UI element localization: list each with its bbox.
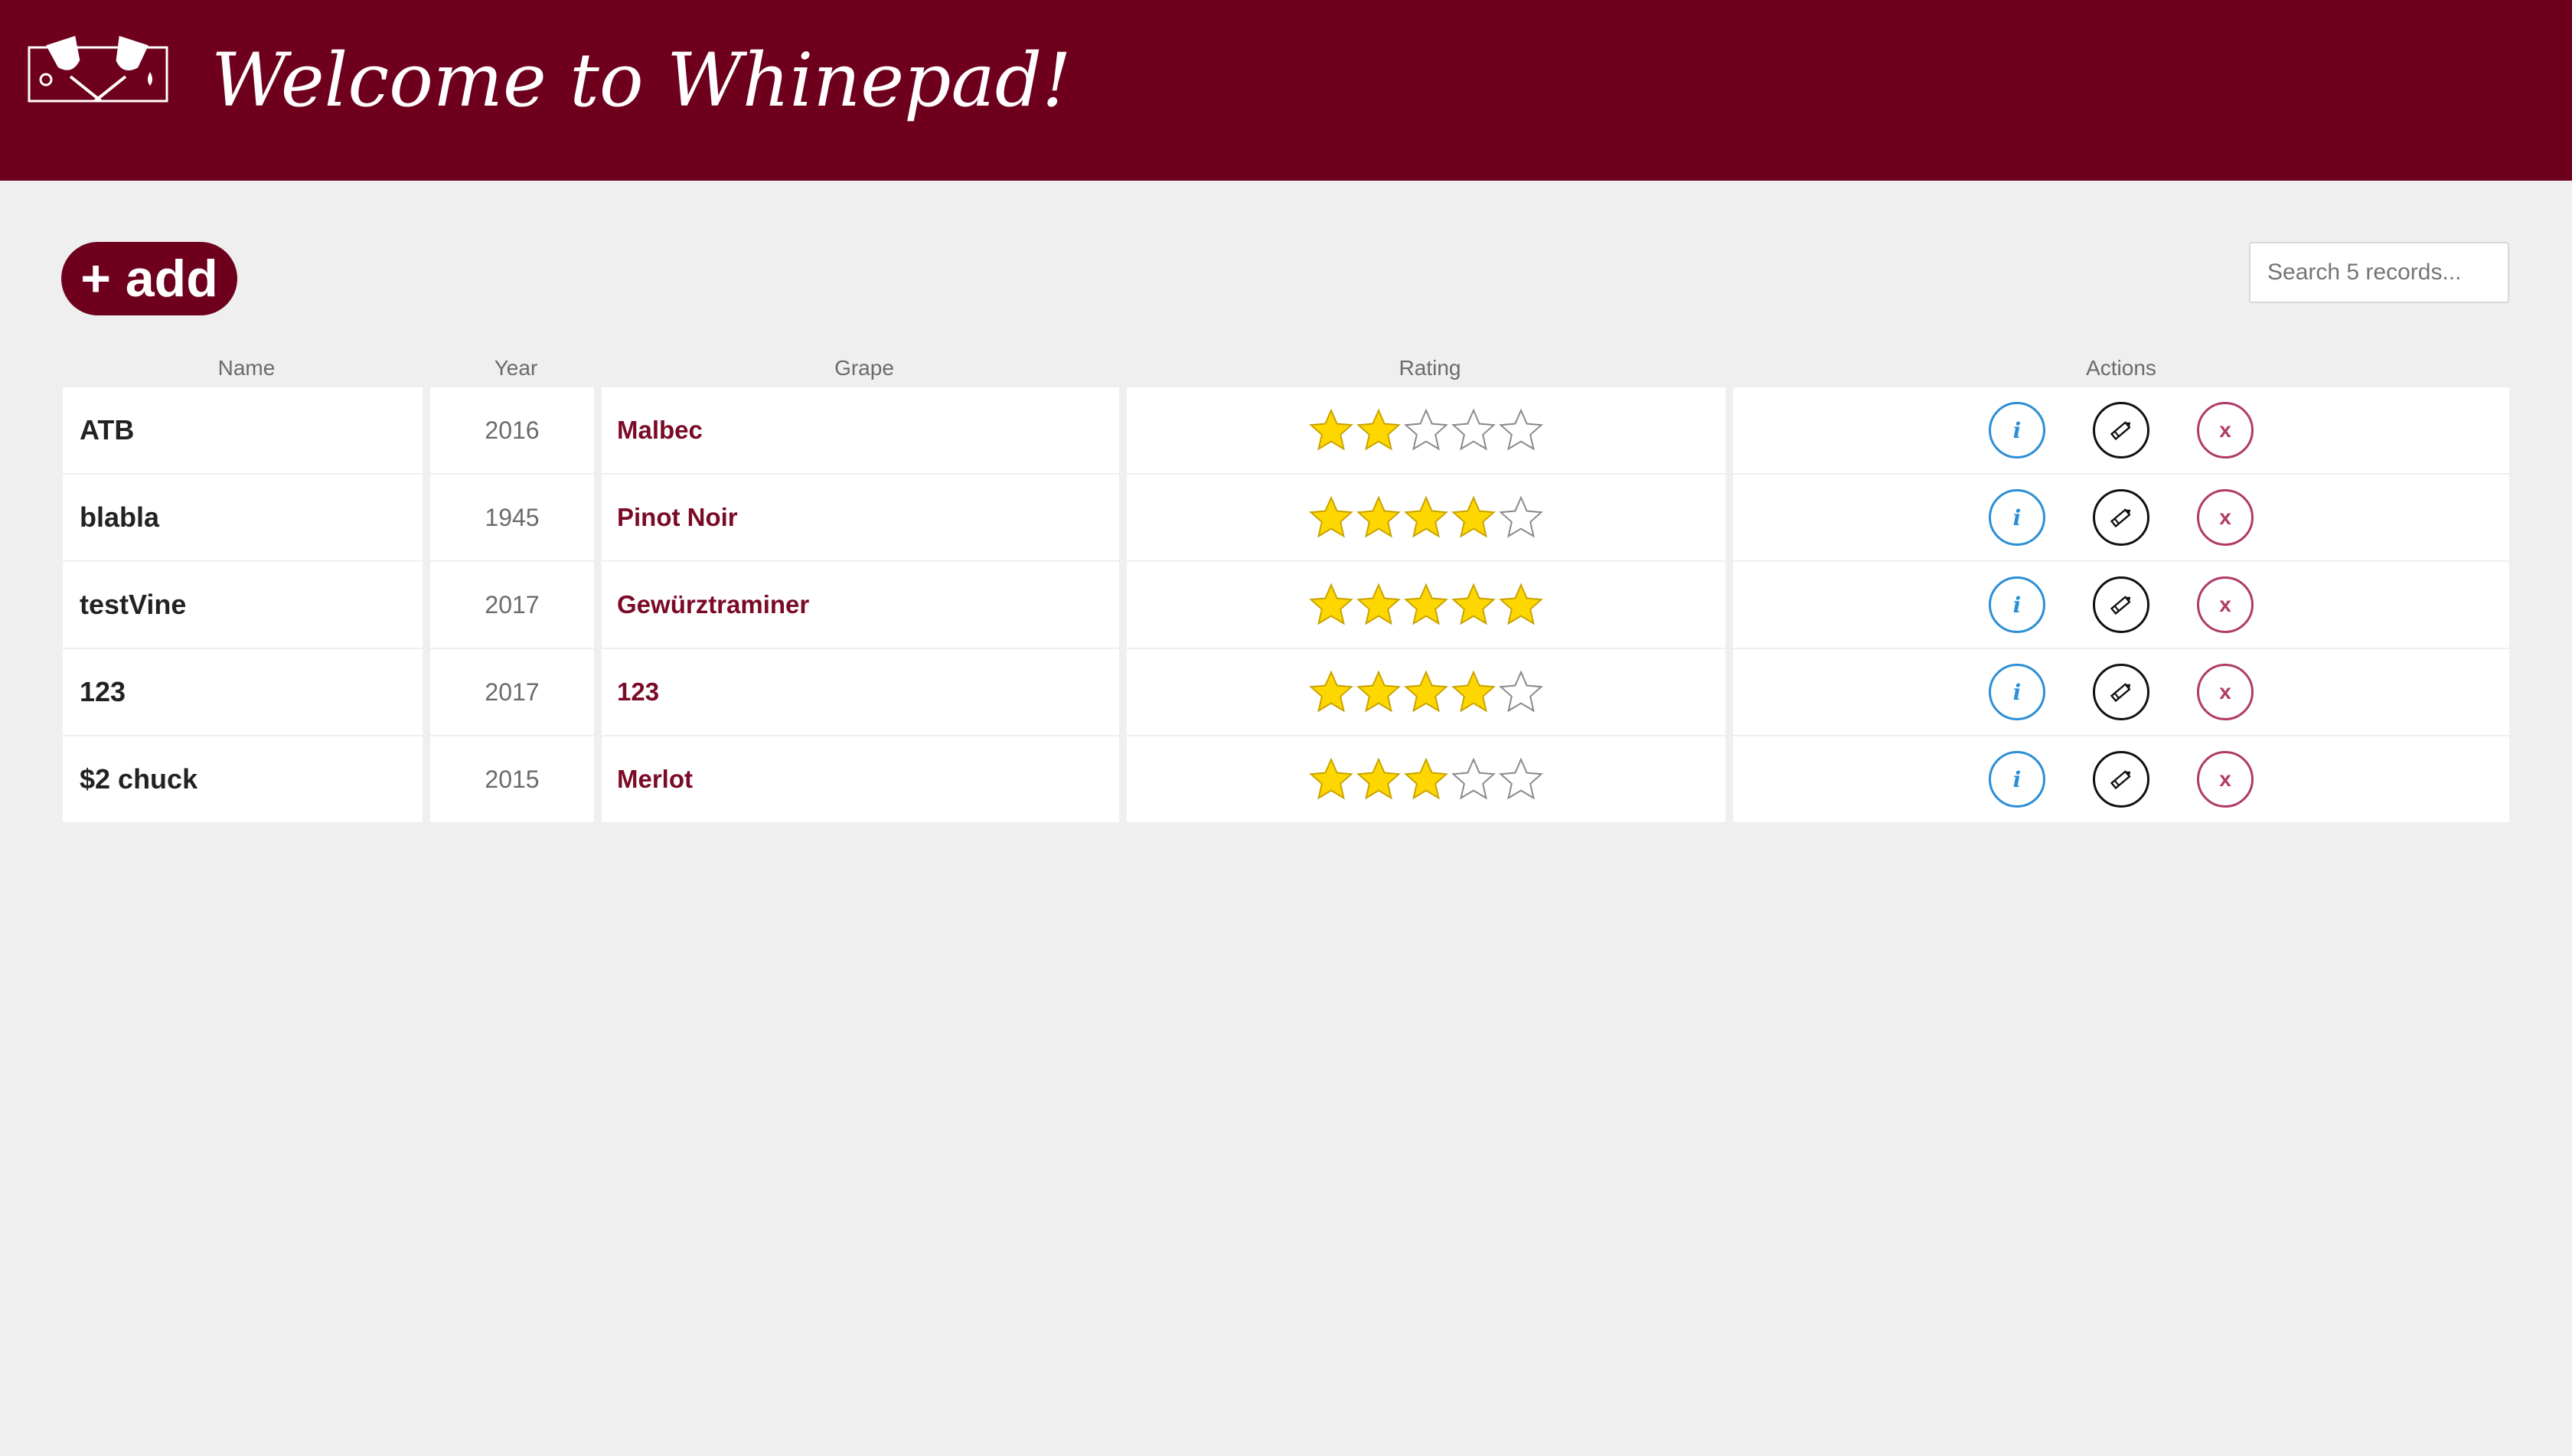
cell-grape[interactable]: Malbec [602, 387, 1119, 473]
delete-button[interactable]: x [2197, 664, 2254, 720]
cell-rating[interactable] [1127, 562, 1725, 648]
star-filled-icon[interactable] [1402, 581, 1450, 628]
cell-rating[interactable] [1127, 736, 1725, 822]
add-button[interactable]: + add [61, 242, 237, 315]
star-filled-icon[interactable] [1307, 668, 1355, 716]
row-actions: ix [1989, 664, 2254, 720]
star-rating[interactable] [1307, 668, 1545, 716]
star-filled-icon[interactable] [1402, 668, 1450, 716]
star-empty-icon[interactable] [1497, 494, 1545, 541]
cell-name[interactable]: testVine [63, 562, 423, 648]
table-row: blabla 1945 Pinot Noir i x [63, 475, 2509, 560]
row-actions: ix [1989, 751, 2254, 808]
star-filled-icon[interactable] [1402, 756, 1450, 803]
info-button[interactable]: i [1989, 576, 2045, 633]
star-empty-icon[interactable] [1450, 756, 1497, 803]
delete-button[interactable]: x [2197, 576, 2254, 633]
star-filled-icon[interactable] [1355, 581, 1402, 628]
edit-button[interactable] [2093, 402, 2149, 459]
table-header: Name Year Grape Rating Actions [63, 349, 2509, 387]
cell-year[interactable]: 1945 [430, 475, 594, 560]
cell-year[interactable]: 2015 [430, 736, 594, 822]
star-rating[interactable] [1307, 406, 1545, 454]
row-actions: ix [1989, 402, 2254, 459]
table-row: $2 chuck 2015 Merlot i x [63, 736, 2509, 822]
cell-name[interactable]: 123 [63, 649, 423, 735]
column-header-name[interactable]: Name [63, 349, 430, 387]
cell-name[interactable]: blabla [63, 475, 423, 560]
info-button[interactable]: i [1989, 489, 2045, 546]
pencil-icon [2110, 508, 2131, 528]
wine-glasses-logo-icon [28, 35, 168, 103]
star-filled-icon[interactable] [1307, 581, 1355, 628]
pencil-icon [2110, 683, 2131, 703]
star-empty-icon[interactable] [1497, 406, 1545, 454]
info-button[interactable]: i [1989, 664, 2045, 720]
cell-grape[interactable]: Merlot [602, 736, 1119, 822]
column-header-year[interactable]: Year [430, 349, 602, 387]
cell-rating[interactable] [1127, 649, 1725, 735]
cell-grape[interactable]: 123 [602, 649, 1119, 735]
star-filled-icon[interactable] [1497, 581, 1545, 628]
star-empty-icon[interactable] [1497, 668, 1545, 716]
cell-actions: ix [1733, 562, 2509, 648]
cell-year[interactable]: 2017 [430, 649, 594, 735]
star-filled-icon[interactable] [1450, 581, 1497, 628]
cell-actions: ix [1733, 649, 2509, 735]
star-empty-icon[interactable] [1497, 756, 1545, 803]
star-rating[interactable] [1307, 494, 1545, 541]
star-filled-icon[interactable] [1450, 494, 1497, 541]
star-filled-icon[interactable] [1355, 756, 1402, 803]
cell-actions: ix [1733, 387, 2509, 473]
star-filled-icon[interactable] [1307, 756, 1355, 803]
star-filled-icon[interactable] [1402, 494, 1450, 541]
star-rating[interactable] [1307, 756, 1545, 803]
cell-actions: ix [1733, 475, 2509, 560]
star-empty-icon[interactable] [1402, 406, 1450, 454]
star-filled-icon[interactable] [1450, 668, 1497, 716]
table-row: testVine 2017 Gewürztraminer i x [63, 562, 2509, 648]
star-rating[interactable] [1307, 581, 1545, 628]
delete-button[interactable]: x [2197, 751, 2254, 808]
column-header-actions: Actions [2086, 356, 2156, 380]
wine-table: Name Year Grape Rating Actions ATB 2016 Ma… [63, 349, 2509, 822]
table-body: ATB 2016 Malbec i x blabla 1945 Pinot Noir i x tes… [63, 387, 2509, 822]
star-filled-icon[interactable] [1355, 406, 1402, 454]
cell-grape[interactable]: Pinot Noir [602, 475, 1119, 560]
app-header: Welcome to Whinepad! [0, 0, 2572, 181]
info-button[interactable]: i [1989, 402, 2045, 459]
star-filled-icon[interactable] [1355, 494, 1402, 541]
edit-button[interactable] [2093, 664, 2149, 720]
column-header-rating[interactable]: Rating [1127, 349, 1733, 387]
edit-button[interactable] [2093, 751, 2149, 808]
info-button[interactable]: i [1989, 751, 2045, 808]
star-filled-icon[interactable] [1307, 406, 1355, 454]
star-filled-icon[interactable] [1307, 494, 1355, 541]
cell-rating[interactable] [1127, 387, 1725, 473]
cell-name[interactable]: ATB [63, 387, 423, 473]
table-row: ATB 2016 Malbec i x [63, 387, 2509, 473]
app-title: Welcome to Whinepad! [211, 38, 1072, 123]
pencil-icon [2110, 596, 2131, 615]
pencil-icon [2110, 770, 2131, 790]
pencil-icon [2110, 421, 2131, 441]
edit-button[interactable] [2093, 489, 2149, 546]
cell-year[interactable]: 2016 [430, 387, 594, 473]
cell-year[interactable]: 2017 [430, 562, 594, 648]
row-actions: ix [1989, 489, 2254, 546]
column-header-grape[interactable]: Grape [602, 349, 1127, 387]
edit-button[interactable] [2093, 576, 2149, 633]
cell-actions: ix [1733, 736, 2509, 822]
delete-button[interactable]: x [2197, 489, 2254, 546]
table-row: 123 2017 123 i x [63, 649, 2509, 735]
star-filled-icon[interactable] [1355, 668, 1402, 716]
row-actions: ix [1989, 576, 2254, 633]
search-input[interactable] [2249, 242, 2509, 303]
cell-grape[interactable]: Gewürztraminer [602, 562, 1119, 648]
cell-name[interactable]: $2 chuck [63, 736, 423, 822]
delete-button[interactable]: x [2197, 402, 2254, 459]
star-empty-icon[interactable] [1450, 406, 1497, 454]
cell-rating[interactable] [1127, 475, 1725, 560]
